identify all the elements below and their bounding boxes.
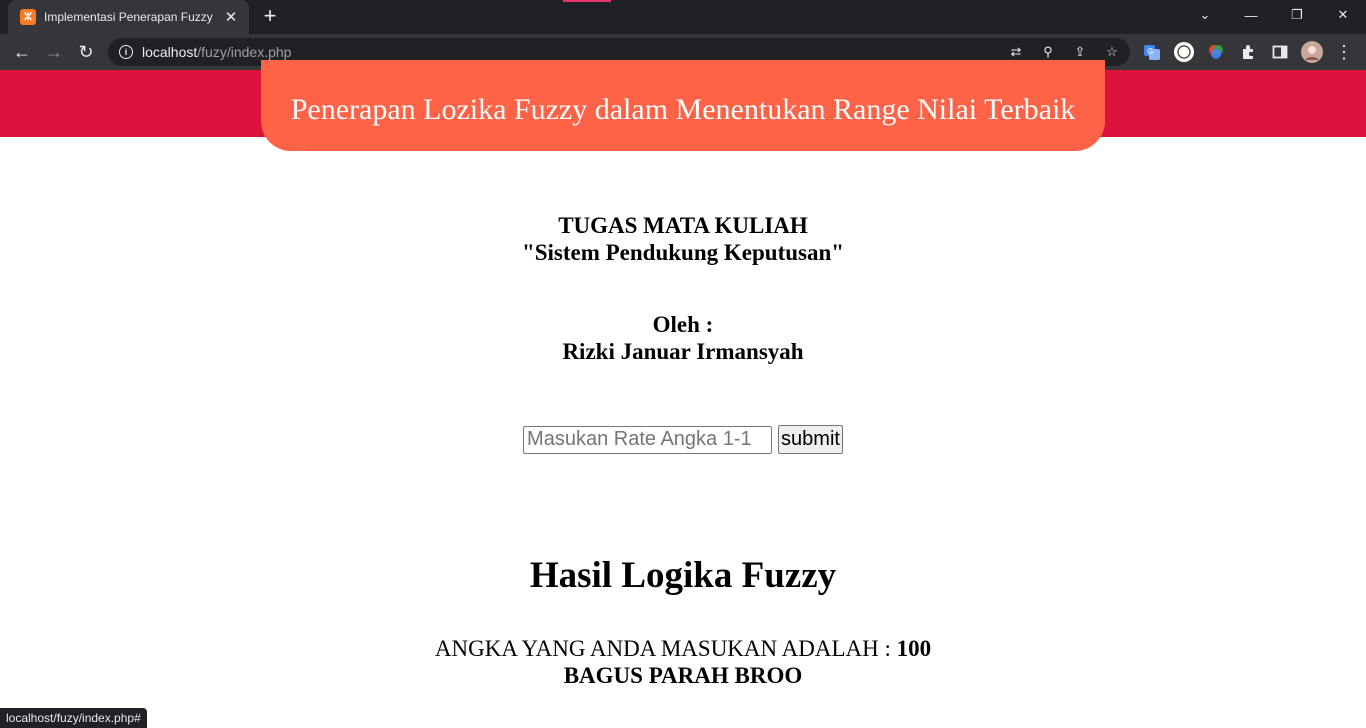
share-icon[interactable]: ⇪ bbox=[1070, 42, 1090, 62]
course-line-2: "Sistem Pendukung Keputusan" bbox=[521, 240, 845, 265]
url-path: /fuzy/index.php bbox=[197, 44, 292, 60]
browser-tab-bar: ⵣ Implementasi Penerapan Fuzzy ✕ + ⌄ — ❐… bbox=[0, 0, 1366, 34]
result-verdict: BAGUS PARAH BROO bbox=[563, 663, 803, 688]
status-bar-url: localhost/fuzy/index.php# bbox=[0, 708, 147, 728]
page-title: Penerapan Lozika Fuzzy dalam Menentukan … bbox=[290, 92, 1076, 126]
bookmark-star-icon[interactable]: ☆ bbox=[1102, 42, 1122, 62]
web-page: Penerapan Lozika Fuzzy dalam Menentukan … bbox=[0, 60, 1366, 728]
minimize-icon[interactable]: — bbox=[1228, 0, 1274, 30]
translate-icon[interactable]: ⇄ bbox=[1006, 42, 1026, 62]
svg-text:G: G bbox=[1147, 47, 1153, 56]
tab-title: Implementasi Penerapan Fuzzy bbox=[44, 10, 213, 24]
submit-button[interactable]: submit bbox=[778, 425, 843, 454]
browser-tab[interactable]: ⵣ Implementasi Penerapan Fuzzy ✕ bbox=[8, 0, 249, 34]
tab-search-chevron-down-icon[interactable]: ⌄ bbox=[1182, 0, 1228, 30]
header-title-pill: Penerapan Lozika Fuzzy dalam Menentukan … bbox=[261, 60, 1105, 151]
course-line-1: TUGAS MATA KULIAH bbox=[558, 213, 808, 238]
close-icon[interactable]: ✕ bbox=[223, 8, 239, 26]
google-translate-extension-icon[interactable]: G bbox=[1141, 41, 1163, 63]
result-block: ANGKA YANG ANDA MASUKAN ADALAH : 100 BAG… bbox=[0, 635, 1366, 689]
rate-input[interactable] bbox=[523, 425, 773, 454]
window-close-icon[interactable]: ✕ bbox=[1320, 0, 1366, 30]
restore-icon[interactable]: ❐ bbox=[1274, 0, 1320, 30]
tab-strip-indicator bbox=[563, 0, 611, 2]
side-panel-icon[interactable] bbox=[1269, 41, 1291, 63]
puzzle-extensions-icon[interactable] bbox=[1237, 41, 1259, 63]
rate-form: submit bbox=[0, 425, 1366, 454]
by-label: Oleh : bbox=[652, 312, 714, 337]
xampp-icon: ⵣ bbox=[20, 9, 36, 25]
extension-circle-icon[interactable] bbox=[1173, 41, 1195, 63]
new-tab-plus-icon[interactable]: + bbox=[258, 5, 282, 29]
result-line: ANGKA YANG ANDA MASUKAN ADALAH : 100 bbox=[0, 635, 1366, 662]
back-arrow-icon[interactable]: ← bbox=[8, 38, 36, 66]
forward-arrow-icon[interactable]: → bbox=[40, 38, 68, 66]
url-host: localhost bbox=[142, 44, 198, 60]
kebab-menu-icon[interactable]: ⋮ bbox=[1333, 41, 1355, 63]
zoom-icon[interactable]: ⚲ bbox=[1038, 42, 1058, 62]
author-block: Oleh : Rizki Januar Irmansyah bbox=[0, 311, 1366, 365]
result-value: 100 bbox=[896, 636, 932, 661]
color-picker-extension-icon[interactable] bbox=[1205, 41, 1227, 63]
result-prefix: ANGKA YANG ANDA MASUKAN ADALAH : bbox=[434, 636, 891, 661]
result-heading: Hasil Logika Fuzzy bbox=[529, 555, 837, 596]
author-name: Rizki Januar Irmansyah bbox=[562, 339, 804, 364]
avatar[interactable] bbox=[1301, 41, 1323, 63]
reload-icon[interactable]: ↻ bbox=[72, 38, 100, 66]
course-heading: TUGAS MATA KULIAH "Sistem Pendukung Kepu… bbox=[0, 212, 1366, 266]
info-icon[interactable]: i bbox=[119, 45, 133, 59]
